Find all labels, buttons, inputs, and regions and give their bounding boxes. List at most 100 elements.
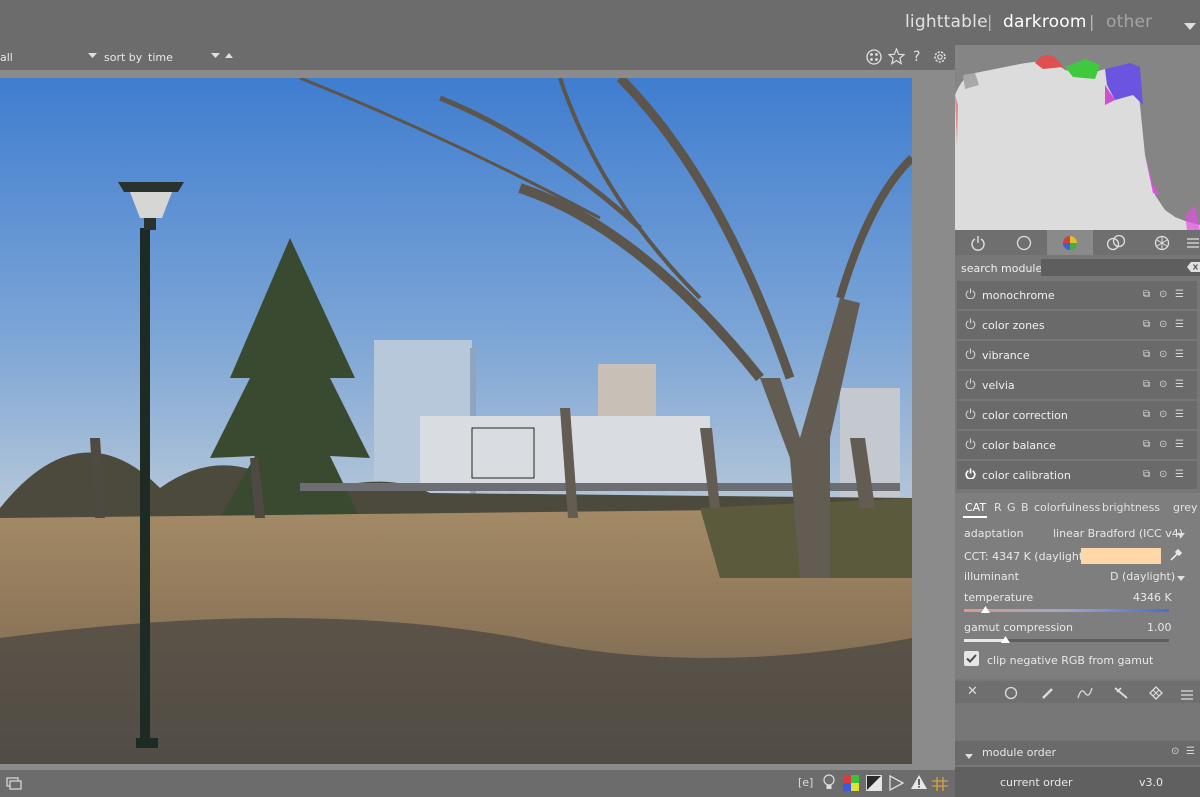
sort-direction-icon[interactable] (225, 49, 233, 62)
effect-icon[interactable] (1139, 230, 1185, 255)
reset-icon[interactable]: ⊙ (1159, 439, 1167, 450)
presets-icon[interactable]: ☰ (1175, 319, 1184, 330)
adaptation-select[interactable]: linear Bradford (ICC v4) (1053, 527, 1183, 540)
module-color-calibration[interactable]: color calibration ⧉ ⊙ ☰ (957, 461, 1197, 489)
right-panel: search module monochrome ⧉ ⊙ ☰ color zon… (955, 45, 1200, 797)
presets-icon[interactable]: ☰ (1175, 469, 1184, 480)
filter-select[interactable]: all (0, 51, 13, 64)
module-color-correction[interactable]: color correction ⧉ ⊙ ☰ (957, 401, 1197, 429)
brush-icon[interactable] (1041, 685, 1055, 704)
temperature-slider-marker[interactable] (980, 603, 990, 616)
gamut-compression-value: 1.00 (1147, 621, 1172, 634)
module-name: vibrance (982, 349, 1030, 362)
tab-colorfulness[interactable]: colorfulness (1034, 501, 1100, 514)
chevron-down-icon[interactable] (88, 49, 97, 62)
chevron-down-icon[interactable] (211, 49, 220, 62)
view-other[interactable]: other (1106, 12, 1152, 32)
cct-label: CCT: 4347 K (daylight) (964, 550, 1088, 563)
color-wheel-icon[interactable] (1047, 230, 1093, 255)
lightbulb-icon[interactable] (822, 774, 836, 795)
power-icon[interactable] (955, 230, 1001, 255)
presets-icon[interactable]: ☰ (1175, 379, 1184, 390)
module-velvia[interactable]: velvia ⧉ ⊙ ☰ (957, 371, 1197, 399)
power-icon[interactable] (965, 378, 976, 392)
presets-icon[interactable]: ☰ (1175, 289, 1184, 300)
chevron-down-icon[interactable] (1177, 529, 1185, 542)
reset-icon[interactable]: ⊙ (1171, 746, 1179, 757)
power-icon[interactable] (965, 438, 976, 452)
power-icon[interactable] (965, 408, 976, 422)
illuminant-select[interactable]: D (daylight) (1110, 570, 1175, 583)
pen-icon[interactable] (1113, 685, 1129, 704)
star-icon[interactable] (887, 47, 906, 68)
tab-brightness[interactable]: brightness (1102, 501, 1160, 514)
module-vibrance[interactable]: vibrance ⧉ ⊙ ☰ (957, 341, 1197, 369)
multi-instance-icon[interactable]: ⧉ (1143, 319, 1150, 330)
tab-r[interactable]: R (994, 501, 1002, 514)
search-input[interactable] (1041, 259, 1200, 276)
module-group-tabs (955, 230, 1200, 255)
power-on-icon[interactable] (965, 468, 976, 482)
view-lighttable[interactable]: lighttable (905, 12, 988, 32)
menu-icon[interactable] (1181, 686, 1193, 705)
tab-cat[interactable]: CAT (965, 501, 986, 514)
reset-icon[interactable]: ⊙ (1159, 409, 1167, 420)
close-icon[interactable]: ✕ (967, 684, 978, 699)
reset-icon[interactable]: ⊙ (1159, 349, 1167, 360)
multi-instance-icon[interactable]: ⧉ (1143, 379, 1150, 390)
power-icon[interactable] (965, 288, 976, 302)
guides-icon[interactable] (932, 776, 948, 795)
multi-instance-icon[interactable]: ⧉ (1143, 439, 1150, 450)
reset-icon[interactable]: ⊙ (1159, 319, 1167, 330)
focus-peaking-icon[interactable]: [e] (798, 776, 813, 789)
color-picker-icon[interactable] (1169, 548, 1183, 565)
multi-instance-icon[interactable]: ⧉ (1143, 349, 1150, 360)
gear-icon[interactable] (932, 49, 948, 68)
gamut-icon[interactable] (888, 774, 905, 795)
grid-icon[interactable] (866, 49, 882, 68)
cct-swatch (1081, 548, 1161, 564)
color-calibration-panel: CAT R G B colorfulness brightness grey a… (955, 493, 1200, 679)
reset-icon[interactable]: ⊙ (1159, 469, 1167, 480)
softproof-icon[interactable] (866, 775, 882, 795)
help-icon[interactable]: ? (913, 49, 920, 65)
reset-icon[interactable]: ⊙ (1159, 379, 1167, 390)
presets-icon[interactable]: ☰ (1186, 746, 1195, 757)
mask-grid-icon[interactable] (1149, 685, 1163, 704)
circle-icon[interactable] (1001, 230, 1047, 255)
module-color-zones[interactable]: color zones ⧉ ⊙ ☰ (957, 311, 1197, 339)
multi-instance-icon[interactable]: ⧉ (1143, 289, 1150, 300)
chevron-down-icon[interactable] (965, 750, 973, 763)
image-preview[interactable] (0, 78, 912, 764)
multi-instance-icon[interactable]: ⧉ (1143, 469, 1150, 480)
clip-negative-checkbox[interactable] (964, 651, 979, 666)
menu-icon[interactable] (1185, 230, 1200, 255)
presets-icon[interactable]: ☰ (1175, 349, 1184, 360)
tab-g[interactable]: G (1007, 501, 1016, 514)
presets-icon[interactable]: ☰ (1175, 409, 1184, 420)
color-assess-icon[interactable] (843, 775, 859, 795)
tab-grey[interactable]: grey (1173, 501, 1198, 514)
warning-icon[interactable] (910, 774, 928, 794)
power-icon[interactable] (965, 318, 976, 332)
multi-instance-icon[interactable]: ⧉ (1143, 409, 1150, 420)
module-order-header[interactable]: module order ⊙ ☰ (955, 741, 1200, 765)
power-icon[interactable] (965, 348, 976, 362)
chevron-down-icon[interactable] (1177, 572, 1185, 585)
histogram[interactable] (955, 45, 1200, 231)
circle-icon[interactable] (1004, 685, 1018, 704)
gamut-compression-slider-marker[interactable] (1001, 633, 1010, 646)
view-darkroom[interactable]: darkroom (1003, 12, 1087, 32)
tab-b[interactable]: B (1021, 501, 1029, 514)
temperature-slider[interactable] (964, 609, 1169, 612)
reset-icon[interactable]: ⊙ (1159, 289, 1167, 300)
module-color-balance[interactable]: color balance ⧉ ⊙ ☰ (957, 431, 1197, 459)
correct-icon[interactable] (1093, 230, 1139, 255)
curve-icon[interactable] (1077, 685, 1093, 704)
display-icon[interactable] (6, 776, 22, 795)
clear-search-icon[interactable] (1187, 261, 1200, 276)
sort-select[interactable]: time (148, 51, 173, 64)
triangle-down-icon[interactable] (1184, 16, 1196, 35)
presets-icon[interactable]: ☰ (1175, 439, 1184, 450)
module-monochrome[interactable]: monochrome ⧉ ⊙ ☰ (957, 281, 1197, 309)
